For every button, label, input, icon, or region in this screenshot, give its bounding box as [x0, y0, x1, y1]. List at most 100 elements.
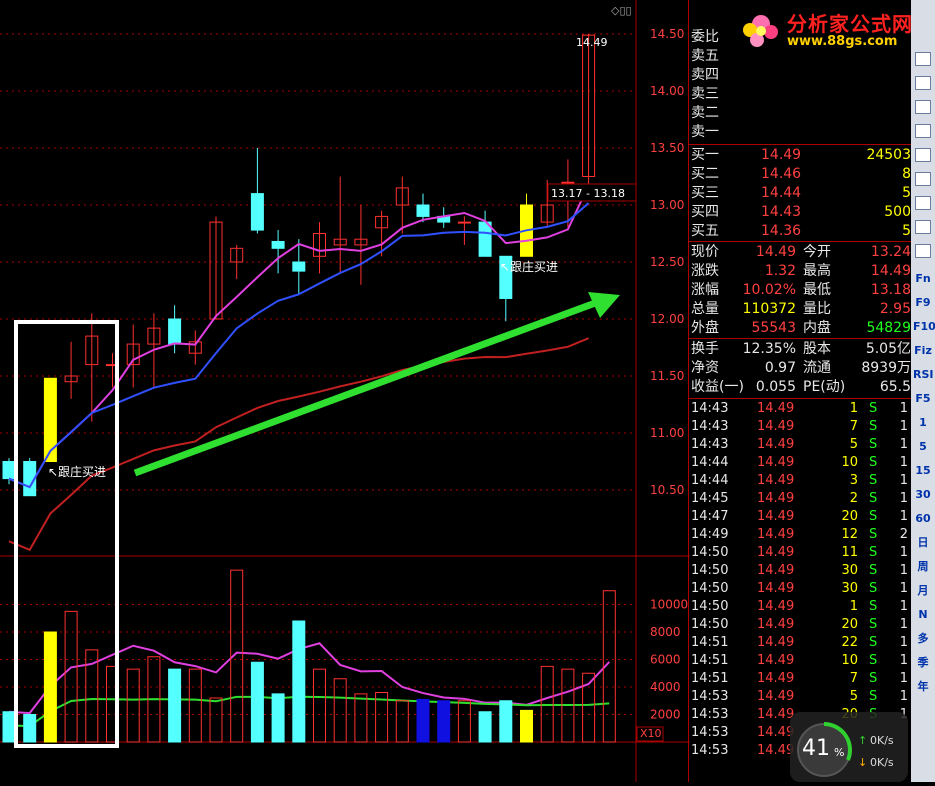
book-price: 14.43: [761, 204, 802, 220]
price-tick-label: 14.50: [650, 27, 684, 41]
toolbar-item[interactable]: 60: [913, 510, 933, 528]
tick-row: 14:44 14.49 3 S 1: [689, 472, 912, 490]
toolbar-item[interactable]: 5: [913, 438, 933, 456]
tick-time: 14:51: [691, 653, 729, 668]
tick-row: 14:49 14.49 12 S 2: [689, 526, 912, 544]
tick-volume: 20: [841, 617, 858, 632]
pencil-icon[interactable]: [915, 244, 931, 258]
stat-value: 14.49: [870, 263, 911, 279]
line-chart-icon[interactable]: [915, 100, 931, 114]
candle-body: [168, 318, 182, 345]
tick-time: 14:53: [691, 689, 729, 704]
quote-row: 换手 12.35% 股本 5.05亿: [691, 340, 911, 358]
toolbar-item[interactable]: 月: [913, 582, 933, 600]
pie-icon[interactable]: [915, 148, 931, 162]
toolbar-item[interactable]: Fn: [913, 270, 933, 288]
tick-price: 14.49: [757, 419, 795, 434]
volume-bar: [437, 700, 451, 743]
candle-body: [478, 221, 492, 257]
toolbar-item[interactable]: 季: [913, 654, 933, 672]
volume-bar: [64, 610, 78, 743]
candle-icon[interactable]: [915, 124, 931, 138]
tick-price: 14.49: [757, 563, 795, 578]
toolbar-item[interactable]: F9: [913, 294, 933, 312]
tick-time: 14:51: [691, 671, 729, 686]
quote-cell: 换手: [691, 341, 719, 357]
toolbar-item[interactable]: F10: [913, 318, 935, 336]
toolbar-item[interactable]: 多: [913, 630, 933, 648]
stat-value: 0.055: [755, 379, 796, 395]
quote-row: 卖二: [691, 104, 911, 122]
stat-value: 110372: [742, 301, 796, 317]
annotations: ↖跟庄买进 ↖跟庄买进 14.49 13.17 - 13.18 ◇▯▯: [14, 4, 637, 748]
quote-row: 涨幅 10.02% 最低 13.18: [691, 281, 911, 299]
candle-body: [271, 240, 285, 249]
stat-value: 13.18: [870, 282, 911, 298]
volume-bar: [416, 698, 430, 743]
volume-bar: [23, 714, 37, 743]
toolbar-item[interactable]: 日: [913, 534, 933, 552]
toolbar-item[interactable]: 周: [913, 558, 933, 576]
candle-body: [2, 461, 16, 480]
price-tick-label: 12.00: [650, 312, 684, 326]
tick-count: 1: [899, 419, 908, 434]
tick-row: 14:50 14.49 30 S 1: [689, 580, 912, 598]
tick-side: S: [869, 599, 878, 614]
layout-icon[interactable]: [915, 172, 931, 186]
toolbar-item[interactable]: 30: [913, 486, 933, 504]
zoom-icon[interactable]: [915, 220, 931, 234]
tick-time: 14:45: [691, 491, 729, 506]
candle-body: [561, 181, 575, 184]
tick-volume: 30: [841, 563, 858, 578]
quote-row: 涨跌 1.32 最高 14.49: [691, 262, 911, 280]
tick-volume: 2: [849, 491, 858, 506]
volume-bar: [457, 700, 471, 743]
tick-row: 14:45 14.49 2 S 1: [689, 490, 912, 508]
kline-chart[interactable]: 14.50 14.00 13.50 13.00 12.50 12.00 11.50 11.00…: [0, 0, 690, 782]
tick-time: 14:53: [691, 743, 729, 758]
toolbar-item[interactable]: 15: [913, 462, 933, 480]
tick-count: 2: [899, 527, 908, 542]
volume-series: [2, 569, 616, 743]
toolbar-item[interactable]: RSI: [913, 366, 934, 384]
toolbar-item[interactable]: 1: [913, 414, 933, 432]
toolbar-item[interactable]: 年: [913, 678, 933, 696]
list-icon[interactable]: [915, 196, 931, 210]
highlight-box: [14, 320, 119, 748]
gauge-up: 0K/s: [870, 734, 894, 747]
toolbar-item[interactable]: F5: [913, 390, 933, 408]
tick-price: 14.49: [757, 527, 795, 542]
toolbar-item[interactable]: N: [913, 606, 933, 624]
diamond-icon[interactable]: [915, 52, 931, 66]
book-price: 14.36: [761, 223, 802, 239]
gauge-down: 0K/s: [870, 756, 894, 769]
book-label: 买四: [691, 204, 719, 220]
toolbar-item[interactable]: Fiz: [913, 342, 933, 360]
stat-value: 0.97: [764, 360, 796, 376]
book-volume: 500: [884, 204, 911, 220]
quote-cell: 今开: [803, 244, 831, 260]
quote-row: 买一 14.49 24503: [691, 146, 911, 164]
tick-row: 14:51 14.49 7 S 1: [689, 670, 912, 688]
side-toolbar: Fn F9 F10 Fiz RSI F5 1 5 15 30 60 日周月 N 多季年: [911, 0, 935, 782]
book-label: 买一: [691, 147, 719, 163]
tick-time: 14:43: [691, 437, 729, 452]
book-label: 卖五: [691, 48, 719, 64]
candle-body: [250, 193, 264, 231]
quote-cell: 股本: [803, 341, 831, 357]
tick-row: 14:53 14.49 5 S 1: [689, 688, 912, 706]
stat-value: 2.95: [879, 301, 911, 317]
tick-price: 14.49: [757, 725, 795, 740]
volume-bar: [271, 693, 285, 743]
tick-time: 14:44: [691, 473, 729, 488]
quote-row: 卖一: [691, 123, 911, 141]
tick-side: S: [869, 635, 878, 650]
tick-volume: 1: [849, 599, 858, 614]
quote-row: 收益(一) 0.055 PE(动) 65.5: [691, 378, 911, 396]
tick-time: 14:53: [691, 707, 729, 722]
book-volume: 24503: [866, 147, 911, 163]
tick-price: 14.49: [757, 743, 795, 758]
follow-label: ↖跟庄买进: [500, 259, 558, 274]
bar-chart-icon[interactable]: [915, 76, 931, 90]
volume-bar: [313, 668, 326, 743]
